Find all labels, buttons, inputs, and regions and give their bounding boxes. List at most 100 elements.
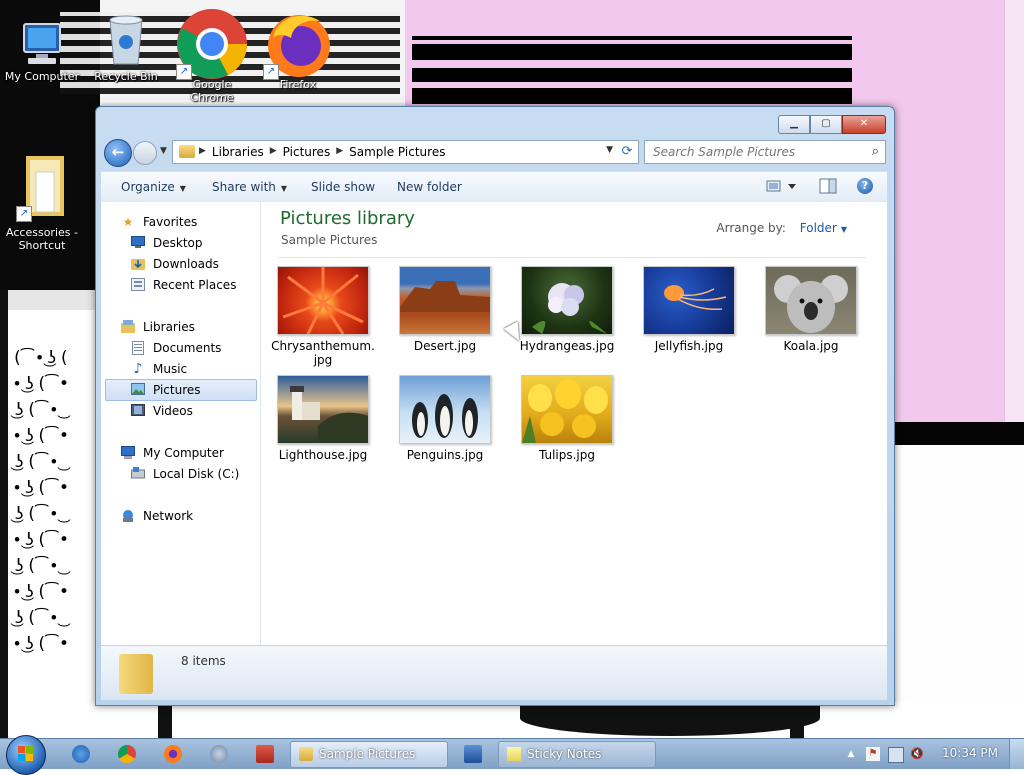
tool-icon[interactable] bbox=[256, 745, 274, 763]
taskbar-button-sample-pictures[interactable]: Sample Pictures bbox=[290, 741, 448, 768]
refresh-button[interactable]: ⟳ bbox=[616, 140, 639, 164]
thumbnail-image bbox=[765, 266, 857, 335]
sidebar-item-network[interactable]: Network bbox=[121, 506, 276, 526]
computer-icon bbox=[18, 20, 66, 68]
breadcrumb: ▶ Libraries ▶ Pictures ▶ Sample Pictures bbox=[199, 145, 445, 159]
file-item-penguins[interactable]: Penguins.jpg bbox=[389, 375, 501, 462]
breadcrumb-item-pictures[interactable]: Pictures bbox=[283, 145, 331, 159]
network-icon[interactable] bbox=[888, 747, 904, 763]
recent-pages-dropdown-icon[interactable]: ▼ bbox=[160, 146, 167, 156]
sidebar-item-favorites[interactable]: ★ Favorites bbox=[121, 212, 276, 232]
firefox-icon[interactable] bbox=[164, 745, 182, 763]
desktop-icon-firefox[interactable]: ↗ Firefox bbox=[258, 8, 338, 91]
pictures-icon bbox=[131, 383, 145, 397]
file-item-jellyfish[interactable]: Jellyfish.jpg bbox=[633, 266, 745, 353]
back-button[interactable]: ← bbox=[104, 139, 132, 167]
shortcut-arrow-icon: ↗ bbox=[263, 64, 279, 80]
desktop-background-strip bbox=[0, 290, 8, 738]
file-item-tulips[interactable]: Tulips.jpg bbox=[511, 375, 623, 462]
sidebar-item-libraries[interactable]: Libraries bbox=[121, 317, 276, 337]
hard-drive-icon bbox=[131, 467, 145, 481]
thumbnail-image bbox=[277, 375, 369, 444]
folder-shortcut-icon: ↗ bbox=[16, 150, 68, 222]
desktop-icon-my-computer[interactable]: My Computer bbox=[2, 20, 82, 83]
slide-show-button[interactable]: Slide show bbox=[311, 180, 375, 194]
arrange-by-label: Arrange by: bbox=[716, 221, 786, 235]
search-box[interactable]: ⌕ bbox=[644, 140, 886, 164]
system-tray: ▲ ⚑ 🔇 10:34 PM bbox=[844, 739, 1024, 769]
background-window-header bbox=[8, 290, 100, 310]
sidebar-item-label: Pictures bbox=[153, 383, 201, 397]
sidebar-item-label: Videos bbox=[153, 404, 193, 418]
thumbnail-image bbox=[399, 375, 491, 444]
shortcut-arrow-icon: ↗ bbox=[176, 64, 192, 80]
sidebar-item-label: Favorites bbox=[143, 215, 198, 229]
preview-pane-button[interactable] bbox=[819, 178, 837, 197]
share-with-button[interactable]: Share with ▼ bbox=[212, 180, 287, 194]
change-view-button[interactable] bbox=[766, 178, 800, 197]
address-bar[interactable]: ▶ Libraries ▶ Pictures ▶ Sample Pictures… bbox=[172, 140, 618, 164]
close-button[interactable]: ✕ bbox=[842, 115, 886, 134]
help-icon[interactable]: ? bbox=[857, 178, 873, 194]
breadcrumb-separator-icon[interactable]: ▶ bbox=[199, 145, 206, 159]
divider bbox=[277, 257, 867, 258]
sidebar-item-label: Music bbox=[153, 362, 188, 376]
sidebar-item-label: Documents bbox=[153, 341, 222, 355]
file-name: Chrysanthemum. bbox=[271, 339, 375, 353]
libraries-icon bbox=[121, 320, 135, 334]
chevron-down-icon: ▼ bbox=[179, 184, 186, 193]
chevron-down-icon: ▼ bbox=[280, 184, 288, 193]
sidebar-item-my-computer[interactable]: My Computer bbox=[121, 443, 276, 463]
sidebar-item-pictures[interactable]: Pictures bbox=[105, 379, 257, 401]
search-icon[interactable]: ⌕ bbox=[872, 144, 879, 159]
file-item-lighthouse[interactable]: Lighthouse.jpg bbox=[267, 375, 379, 462]
organize-label: Organize bbox=[121, 180, 175, 194]
thumbnail-image bbox=[643, 266, 735, 335]
show-desktop-button[interactable] bbox=[1009, 739, 1024, 769]
file-name: Hydrangeas.jpg bbox=[519, 339, 615, 353]
sidebar-item-label: Desktop bbox=[153, 236, 203, 250]
desktop-icon-accessories-shortcut[interactable]: ↗ Accessories - Shortcut bbox=[2, 150, 82, 252]
network-icon bbox=[121, 509, 135, 523]
search-input[interactable] bbox=[651, 143, 855, 161]
forward-button[interactable] bbox=[133, 141, 157, 165]
minimize-button[interactable]: ▁ bbox=[778, 115, 810, 134]
desktop-background-right-panel bbox=[890, 445, 1024, 720]
breadcrumb-separator-icon[interactable]: ▶ bbox=[336, 145, 343, 159]
new-folder-button[interactable]: New folder bbox=[397, 180, 462, 194]
flag-icon[interactable]: ⚑ bbox=[866, 747, 880, 761]
desktop-icon-recycle-bin[interactable]: Recycle Bin bbox=[86, 8, 166, 83]
ie-icon[interactable] bbox=[72, 745, 90, 763]
sidebar-item-label: My Computer bbox=[143, 446, 224, 460]
start-button[interactable] bbox=[6, 735, 46, 775]
maximize-button[interactable]: ▢ bbox=[810, 115, 842, 134]
sidebar-item-label: Network bbox=[143, 509, 194, 523]
clock[interactable]: 10:34 PM bbox=[942, 746, 998, 760]
shortcut-arrow-icon: ↗ bbox=[16, 206, 32, 222]
taskbar-button-sticky-notes[interactable]: Sticky Notes bbox=[498, 741, 656, 768]
desktop-icon-google-chrome[interactable]: ↗ Google Chrome bbox=[172, 8, 252, 104]
breadcrumb-item-libraries[interactable]: Libraries bbox=[212, 145, 264, 159]
sticky-notes-icon bbox=[507, 747, 521, 761]
window-controls: ▁ ▢ ✕ bbox=[778, 115, 886, 134]
volume-muted-icon[interactable]: 🔇 bbox=[910, 747, 924, 761]
share-with-label: Share with bbox=[212, 180, 276, 194]
file-item-koala[interactable]: Koala.jpg bbox=[755, 266, 867, 353]
media-player-icon[interactable] bbox=[210, 745, 228, 763]
app-icon[interactable] bbox=[464, 745, 482, 763]
sidebar-item-label: Downloads bbox=[153, 257, 219, 271]
desktop-icon-label: Accessories - Shortcut bbox=[6, 226, 78, 252]
file-item-desert[interactable]: Desert.jpg bbox=[389, 266, 501, 353]
breadcrumb-separator-icon[interactable]: ▶ bbox=[270, 145, 277, 159]
breadcrumb-item-sample-pictures[interactable]: Sample Pictures bbox=[349, 145, 445, 159]
chrome-icon[interactable] bbox=[118, 745, 136, 763]
organize-button[interactable]: Organize ▼ bbox=[121, 180, 186, 194]
file-item-hydrangeas[interactable]: Hydrangeas.jpg bbox=[511, 266, 623, 353]
address-dropdown-icon[interactable]: ▼ bbox=[606, 145, 613, 155]
sticky-note-scrollbar[interactable] bbox=[1004, 0, 1024, 422]
arrange-by: Arrange by: Folder ▼ bbox=[716, 221, 847, 235]
arrange-by-value: Folder bbox=[799, 221, 837, 235]
file-item-chrysanthemum[interactable]: Chrysanthemum. jpg bbox=[267, 266, 379, 367]
arrange-by-dropdown[interactable]: Folder ▼ bbox=[800, 221, 847, 235]
show-hidden-icons-icon[interactable]: ▲ bbox=[844, 747, 858, 761]
